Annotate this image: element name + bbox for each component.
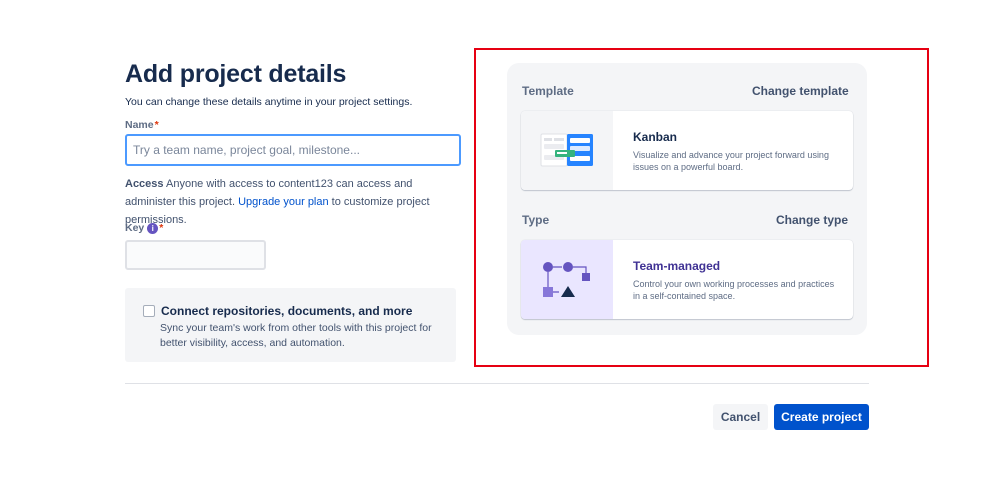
- create-project-button[interactable]: Create project: [774, 404, 869, 430]
- project-name-input[interactable]: [125, 134, 461, 166]
- name-label: Name*: [125, 119, 159, 131]
- info-icon[interactable]: i: [147, 222, 159, 234]
- upgrade-plan-link[interactable]: Upgrade your plan: [238, 196, 329, 208]
- highlight-box: [474, 48, 929, 367]
- cancel-button[interactable]: Cancel: [713, 404, 768, 430]
- project-key-input[interactable]: [125, 240, 266, 270]
- access-label: Access: [125, 178, 164, 190]
- required-marker: *: [154, 119, 159, 131]
- connect-description: Sync your team's work from other tools w…: [160, 322, 432, 349]
- page-title: Add project details: [125, 60, 347, 88]
- page-subtitle: You can change these details anytime in …: [125, 96, 413, 108]
- access-description: Access Anyone with access to content123 …: [125, 175, 460, 229]
- required-marker: *: [159, 222, 164, 234]
- connect-checkbox[interactable]: [143, 305, 155, 317]
- key-label: Key i *: [125, 222, 163, 234]
- connect-title[interactable]: Connect repositories, documents, and mor…: [161, 304, 412, 318]
- footer-divider: [125, 383, 869, 384]
- name-label-text: Name: [125, 119, 154, 131]
- key-label-text: Key: [125, 222, 145, 234]
